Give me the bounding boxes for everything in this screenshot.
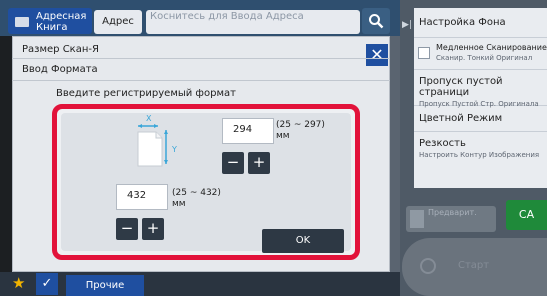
setting-sublabel: Сканир. Тонкий Оригинал <box>436 54 533 62</box>
start-button[interactable]: Старт <box>402 238 547 296</box>
more-button[interactable]: Прочие <box>66 275 144 296</box>
preview-button[interactable]: Предварит. <box>406 206 496 232</box>
check-button[interactable]: ✓ <box>36 273 58 295</box>
setting-label: Пропуск пустой страници <box>419 76 503 98</box>
address-book-label: Адресная Книга <box>36 11 87 33</box>
panel-collapse-icon[interactable]: ▶| <box>402 20 412 30</box>
left-edge-strip <box>0 36 12 272</box>
address-input[interactable]: Коснитесь для Ввода Адреса <box>146 10 360 34</box>
address-button[interactable]: Адрес <box>94 10 142 34</box>
x-unit: мм <box>172 199 186 209</box>
setting-skip-blank[interactable]: Пропуск пустой страници Пропуск Пустой С… <box>414 70 547 108</box>
x-range: (25 ~ 432) <box>172 188 221 198</box>
setting-sharpness[interactable]: Резкость Настроить Контур Изображения <box>414 132 547 168</box>
address-book-icon <box>15 17 29 27</box>
y-axis-label: Y <box>172 145 177 154</box>
preview-icon <box>410 210 424 228</box>
y-range-text: (25 ~ 297) мм <box>276 120 325 142</box>
preview-label: Предварит. <box>428 208 477 217</box>
start-label: Старт <box>458 260 490 271</box>
address-book-button[interactable]: Адресная Книга <box>8 8 92 34</box>
y-range: (25 ~ 297) <box>276 120 325 130</box>
bottom-bar <box>0 272 400 296</box>
setting-background[interactable]: Настройка Фона <box>414 8 547 38</box>
setting-label: Медленное Сканирование <box>436 43 547 52</box>
clear-all-button[interactable]: CA <box>506 200 547 230</box>
paper-size-illustration <box>132 118 188 174</box>
x-minus-button[interactable]: − <box>116 218 138 240</box>
setting-color-mode[interactable]: Цветной Режим <box>414 106 547 132</box>
setting-sublabel: Настроить Контур Изображения <box>419 151 540 159</box>
x-size-input[interactable]: 432 <box>116 184 168 210</box>
setting-label: Цветной Режим <box>419 113 503 124</box>
search-icon <box>369 14 384 29</box>
ok-button[interactable]: OK <box>262 229 344 253</box>
setting-label: Резкость <box>419 138 466 149</box>
setting-slow-scan[interactable]: Медленное Сканирование Сканир. Тонкий Ор… <box>414 38 547 70</box>
instruction-text: Введите регистрируемый формат <box>56 88 236 99</box>
x-range-text: (25 ~ 432) мм <box>172 188 221 210</box>
x-axis-label: X <box>146 114 152 123</box>
x-plus-button[interactable]: + <box>142 218 164 240</box>
search-button[interactable] <box>362 8 390 34</box>
close-button[interactable]: ✕ <box>366 44 388 66</box>
y-unit: мм <box>276 131 290 141</box>
dialog-subtitle: Ввод Формата <box>22 64 98 75</box>
slow-scan-checkbox[interactable] <box>418 47 430 59</box>
start-icon <box>420 258 436 274</box>
setting-label: Настройка Фона <box>419 17 506 28</box>
dialog-title: Размер Скан-Я <box>22 44 99 55</box>
divider <box>12 58 390 59</box>
settings-list: Настройка Фона Медленное Сканирование Ск… <box>414 8 547 188</box>
divider <box>12 80 390 81</box>
favorite-star-icon[interactable]: ★ <box>12 274 25 292</box>
y-minus-button[interactable]: − <box>222 152 244 174</box>
y-size-input[interactable]: 294 <box>222 118 274 144</box>
y-plus-button[interactable]: + <box>248 152 270 174</box>
